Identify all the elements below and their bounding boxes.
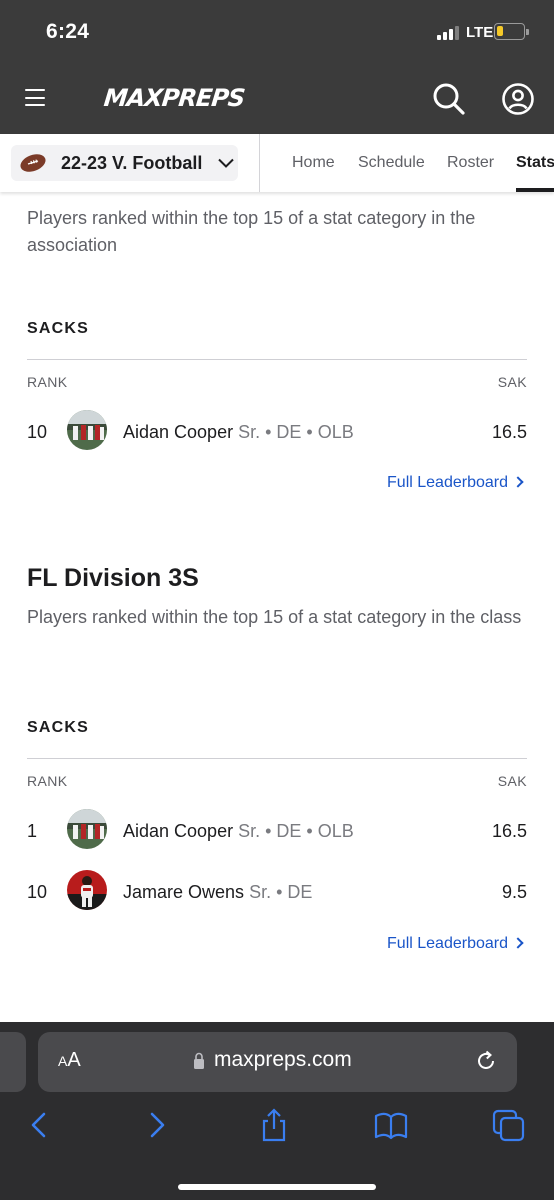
stat-value: 9.5	[501, 882, 527, 902]
network-label: LTE	[466, 24, 494, 41]
stat-value: 16.5	[491, 821, 527, 841]
app-header: 6:24 LTE MAXPREPS	[0, 0, 554, 134]
reload-icon[interactable]	[474, 1049, 498, 1073]
player-name-text: Aidan Cooper	[123, 821, 234, 841]
rank-column-header: RANK	[27, 773, 68, 789]
account-icon[interactable]	[501, 82, 535, 116]
group-title: FL Division 3S	[27, 564, 199, 592]
home-indicator	[178, 1184, 376, 1190]
team-subnav: 22-23 V. Football Home Schedule Roster S…	[0, 134, 554, 192]
url-text: maxpreps.com	[214, 1048, 352, 1071]
back-icon[interactable]	[22, 1108, 58, 1142]
team-season-label: 22-23 V. Football	[61, 153, 203, 173]
player-rank: 1	[27, 821, 38, 841]
stat-column-header: SAK	[497, 773, 527, 789]
search-icon[interactable]	[432, 82, 466, 116]
player-name[interactable]: Aidan Cooper Sr. • DE • OLB	[123, 422, 354, 443]
tab-schedule[interactable]: Schedule	[358, 154, 425, 172]
logo-text: MAXPREPS	[102, 84, 246, 112]
player-avatar[interactable]	[67, 809, 107, 849]
full-leaderboard-label: Full Leaderboard	[387, 935, 508, 952]
text-size-small-a: A	[58, 1053, 68, 1069]
full-leaderboard-link[interactable]: Full Leaderboard	[387, 474, 524, 492]
signal-icon	[437, 26, 459, 40]
text-size-big-a: A	[67, 1049, 81, 1071]
tab-roster[interactable]: Roster	[447, 154, 494, 172]
status-time: 6:24	[46, 20, 90, 43]
section-divider	[27, 758, 527, 759]
player-name-text: Jamare Owens	[123, 882, 245, 902]
tabs-icon[interactable]	[491, 1108, 527, 1142]
player-name-text: Aidan Cooper	[123, 422, 234, 442]
full-leaderboard-link[interactable]: Full Leaderboard	[387, 935, 524, 953]
football-icon	[20, 154, 46, 172]
chevron-right-icon	[512, 937, 524, 949]
player-avatar[interactable]	[67, 410, 107, 450]
full-leaderboard-label: Full Leaderboard	[387, 474, 508, 491]
section-description: Players ranked within the top 15 of a st…	[27, 208, 476, 255]
tab-stats[interactable]: Stats	[516, 154, 554, 172]
section-divider	[27, 359, 527, 360]
rank-column-header: RANK	[27, 374, 68, 390]
lock-icon	[194, 1052, 204, 1069]
player-meta: Sr. • DE • OLB	[238, 821, 354, 841]
player-meta: Sr. • DE • OLB	[238, 422, 354, 442]
text-size-button[interactable]: AA	[58, 1049, 81, 1072]
battery-icon	[494, 23, 529, 40]
stat-column-header: SAK	[497, 374, 527, 390]
maxpreps-logo[interactable]: MAXPREPS	[102, 78, 246, 118]
tab-home[interactable]: Home	[292, 154, 335, 172]
stat-category-heading: SACKS	[27, 719, 90, 736]
active-tab-indicator	[516, 188, 554, 192]
forward-icon[interactable]	[140, 1108, 176, 1142]
stat-value: 16.5	[491, 422, 527, 442]
player-name[interactable]: Aidan Cooper Sr. • DE • OLB	[123, 821, 354, 842]
bookmarks-icon[interactable]	[373, 1108, 409, 1142]
chevron-right-icon	[512, 476, 524, 488]
stat-category-heading: SACKS	[27, 320, 90, 337]
share-icon[interactable]	[256, 1108, 292, 1142]
player-rank: 10	[27, 882, 48, 902]
stats-content: Players ranked within the top 15 of a st…	[0, 192, 554, 1022]
player-name[interactable]: Jamare Owens Sr. • DE	[123, 882, 312, 903]
browser-toolbar: AA maxpreps.com	[0, 1022, 554, 1200]
player-meta: Sr. • DE	[249, 882, 313, 902]
chevron-down-icon	[218, 158, 234, 168]
subnav-divider	[259, 134, 260, 192]
team-season-selector[interactable]: 22-23 V. Football	[11, 145, 238, 181]
address-bar[interactable]: AA maxpreps.com	[38, 1032, 517, 1092]
player-avatar[interactable]	[67, 870, 107, 910]
hamburger-menu-icon[interactable]	[25, 89, 45, 106]
player-rank: 10	[27, 422, 48, 442]
previous-tab-preview[interactable]	[0, 1032, 26, 1092]
section-description: Players ranked within the top 15 of a st…	[27, 607, 522, 627]
